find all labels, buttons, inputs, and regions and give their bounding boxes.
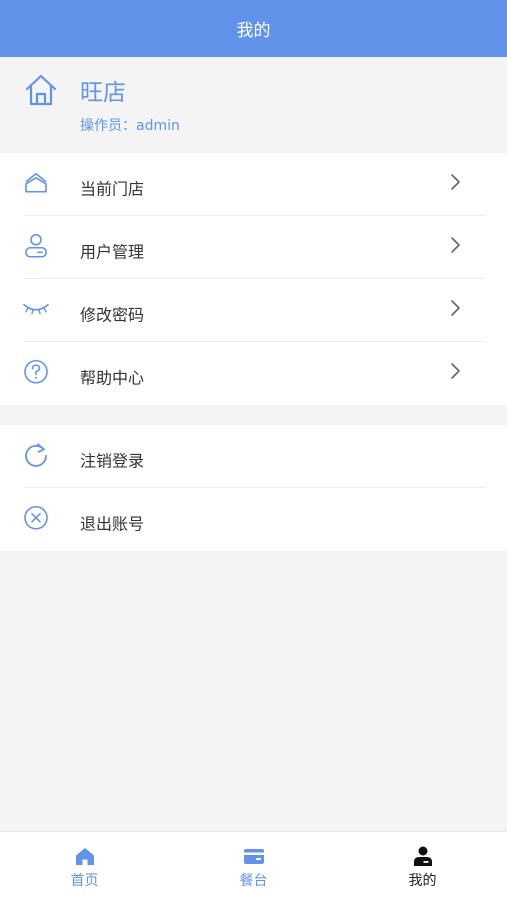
menu-item-label: 退出账号 [80,513,145,533]
card-icon [243,849,264,864]
tab-tables[interactable]: 餐台 [169,832,338,900]
tab-home[interactable]: 首页 [0,832,169,900]
tab-bar: 首页 餐台 我的 [0,831,507,900]
page-title: 我的 [236,21,271,41]
close-circle-icon [22,503,50,531]
menu-item-logout[interactable]: 注销登录 [0,425,507,488]
home-outline-icon [25,74,57,106]
menu-item-user-management[interactable]: 用户管理 [0,216,507,279]
menu-item-label: 帮助中心 [80,367,145,387]
chevron-right-icon [451,299,460,316]
my-page: 我的 旺店 操作员：admin 当前门店 用户管理 修改密码 帮助中心 注销登录… [0,0,507,900]
chevron-right-icon [451,236,460,253]
menu-item-current-store[interactable]: 当前门店 [0,153,507,216]
tab-label: 我的 [408,873,437,889]
profile-section: 旺店 操作员：admin [0,57,507,153]
tab-label: 餐台 [239,873,268,889]
menu-item-label: 用户管理 [80,241,145,261]
store-name: 旺店 [80,80,126,106]
tab-mine[interactable]: 我的 [338,832,507,900]
home-icon [75,848,94,865]
nav-bar: 我的 [0,0,507,57]
menu-item-help-center[interactable]: 帮助中心 [0,342,507,405]
help-circle-icon [22,357,50,385]
refresh-icon [22,440,50,468]
menu-group-settings: 当前门店 用户管理 修改密码 帮助中心 [0,153,507,405]
menu-item-exit-account[interactable]: 退出账号 [0,488,507,551]
person-icon [413,846,432,866]
store-icon [22,168,50,196]
menu-item-label: 当前门店 [80,178,145,198]
operator-label: 操作员：admin [80,118,180,134]
chevron-right-icon [451,173,460,190]
chevron-right-icon [451,362,460,379]
tab-label: 首页 [70,873,99,889]
menu-item-label: 修改密码 [80,304,145,324]
menu-item-change-password[interactable]: 修改密码 [0,279,507,342]
user-icon [22,231,50,259]
menu-group-account: 注销登录 退出账号 [0,425,507,551]
eye-closed-icon [22,294,50,322]
menu-item-label: 注销登录 [80,450,145,470]
